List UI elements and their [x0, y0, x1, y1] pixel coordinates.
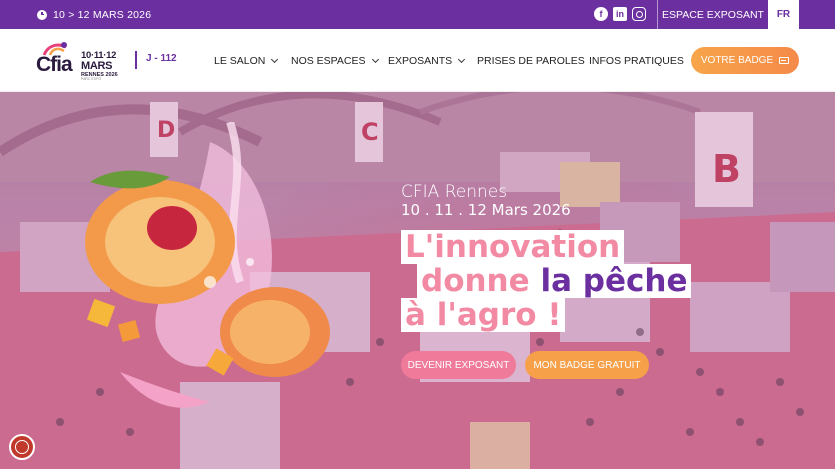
nav-label: EXPOSANTS — [388, 55, 453, 67]
espace-exposant-link[interactable]: ESPACE EXPOSANT — [658, 0, 768, 29]
votre-badge-button[interactable]: VOTRE BADGE — [691, 47, 799, 74]
accessibility-icon[interactable] — [9, 434, 35, 460]
nav-le-salon[interactable]: LE SALON — [214, 55, 279, 67]
headline-line-2: donne la pêche — [417, 263, 692, 299]
hero-dates: 10 . 11 . 12 Mars 2026 — [401, 201, 571, 219]
hero-subtitle: CFIA Rennes — [401, 182, 508, 202]
instagram-icon[interactable] — [632, 7, 646, 21]
badge-button-label: VOTRE BADGE — [700, 55, 774, 66]
nav-prises-de-paroles[interactable]: PRISES DE PAROLES — [477, 55, 585, 67]
chevron-down-icon — [271, 55, 279, 64]
devenir-exposant-button[interactable]: DEVENIR EXPOSANT — [401, 351, 516, 379]
chevron-down-icon — [371, 55, 379, 64]
headline-line-3: à l'agro ! — [401, 298, 566, 332]
event-date: 10 > 12 MARS 2026 — [37, 0, 151, 29]
headline-line-1: L'innovation — [401, 230, 625, 264]
language-selector[interactable]: FR — [768, 0, 799, 29]
nav-infos-pratiques[interactable]: INFOS PRATIQUES — [589, 55, 684, 67]
nav-label: PRISES DE PAROLES — [477, 55, 585, 67]
headline-line-2a: donne — [421, 263, 541, 299]
event-date-text: 10 > 12 MARS 2026 — [53, 8, 152, 21]
nav-label: LE SALON — [214, 55, 266, 67]
headline-line-2b: la pêche — [540, 263, 688, 299]
clock-icon — [37, 9, 47, 20]
hero-section: D C B CFIA Rennes 10 . 11 . 12 Mars 2026… — [0, 92, 835, 469]
social-links: f in — [594, 7, 646, 21]
nav-label: NOS ESPACES — [291, 55, 366, 67]
nav-label: INFOS PRATIQUES — [589, 55, 684, 67]
badge-card-icon — [779, 57, 790, 64]
top-bar: 10 > 12 MARS 2026 f in ESPACE EXPOSANT F… — [0, 0, 835, 29]
mon-badge-gratuit-button[interactable]: MON BADGE GRATUIT — [525, 351, 649, 379]
nav-nos-espaces[interactable]: NOS ESPACES — [291, 55, 379, 67]
chevron-down-icon — [458, 55, 466, 64]
peach-splash-illustration — [85, 122, 330, 408]
linkedin-icon[interactable]: in — [613, 7, 627, 21]
facebook-icon[interactable]: f — [594, 7, 608, 21]
nav-exposants[interactable]: EXPOSANTS — [388, 55, 466, 67]
